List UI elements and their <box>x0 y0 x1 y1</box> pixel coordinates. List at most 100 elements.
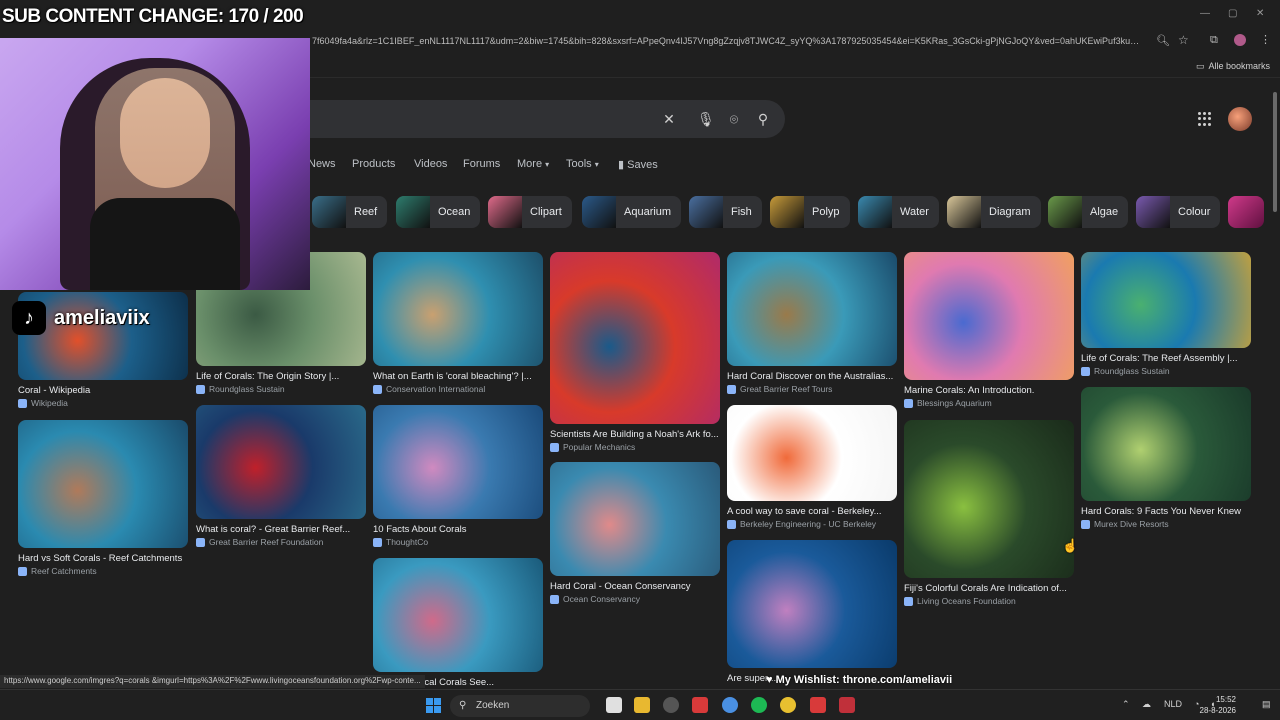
tools-button[interactable]: Tools ▾ <box>566 158 599 170</box>
result-source[interactable]: Great Barrier Reef Tours <box>727 384 897 394</box>
result-image[interactable] <box>1081 387 1251 501</box>
refine-chip[interactable]: Polyp <box>770 196 850 228</box>
result-caption[interactable]: Marine Corals: An Introduction. <box>904 385 1074 396</box>
refine-chip[interactable]: Water <box>858 196 939 228</box>
tab-more[interactable]: More ▾ <box>517 158 549 170</box>
result-image[interactable] <box>373 252 543 366</box>
result-image[interactable] <box>904 252 1074 380</box>
result-image[interactable] <box>1081 252 1251 348</box>
clock[interactable]: 15:52 28-8-2026 <box>1200 694 1236 716</box>
result-image[interactable] <box>727 252 897 366</box>
result-source[interactable]: Wikipedia <box>18 398 188 408</box>
menu-dots-icon[interactable]: ⋮ <box>1260 33 1271 46</box>
result-caption[interactable]: Coral - Wikipedia <box>18 385 188 396</box>
close-window-button[interactable]: ✕ <box>1256 8 1264 19</box>
refine-chip[interactable]: Ocean <box>396 196 481 228</box>
result-caption[interactable]: Scientists Are Building a Noah's Ark fo.… <box>550 429 720 440</box>
result-source[interactable]: Blessings Aquarium <box>904 398 1074 408</box>
result-source[interactable]: Berkeley Engineering - UC Berkeley <box>727 519 897 529</box>
search-icon[interactable]: ⚲ <box>755 111 771 127</box>
refine-chip[interactable]: Clipart <box>488 196 572 228</box>
chrome-icon[interactable] <box>722 697 738 713</box>
onedrive-icon[interactable]: ☁ <box>1142 699 1151 710</box>
result-source[interactable]: ThoughtCo <box>373 537 543 547</box>
file-explorer-icon[interactable] <box>634 697 650 713</box>
result-caption[interactable]: What on Earth is 'coral bleaching'? |... <box>373 371 543 382</box>
app-crimson-icon[interactable] <box>839 697 855 713</box>
scrollbar-thumb[interactable] <box>1273 92 1277 212</box>
refine-chip[interactable]: Algae <box>1048 196 1129 228</box>
account-avatar[interactable] <box>1228 107 1252 131</box>
address-url[interactable]: 7f6049fa4a&rlz=1C1IBEF_enNL1117NL1117&ud… <box>312 36 1142 46</box>
windows-start-icon[interactable] <box>426 698 441 713</box>
result-caption[interactable]: Life of Corals: The Reef Assembly |... <box>1081 353 1251 364</box>
zoom-icon[interactable]: 🔍︎ <box>1156 34 1170 47</box>
app-red-icon[interactable] <box>692 697 708 713</box>
search-input[interactable]: ✕ 🎙︎ ⌾ ⚲ <box>295 100 785 138</box>
result-caption[interactable]: Hard Coral Discover on the Australias... <box>727 371 897 382</box>
result-source[interactable]: Great Barrier Reef Foundation <box>196 537 366 547</box>
result-image[interactable] <box>196 405 366 519</box>
spotify-icon[interactable] <box>751 697 767 713</box>
saves-button[interactable]: ▮ Saves <box>618 158 658 171</box>
result-source[interactable]: Reef Catchments <box>18 566 188 576</box>
clear-search-icon[interactable]: ✕ <box>661 111 677 127</box>
result-source[interactable]: Living Oceans Foundation <box>904 596 1074 606</box>
refine-chip[interactable]: Colour <box>1136 196 1221 228</box>
tray-chevron-icon[interactable]: ⌃ <box>1122 699 1130 710</box>
refine-chip[interactable]: Diagram <box>947 196 1041 228</box>
result-caption[interactable]: Life of Corals: The Origin Story |... <box>196 371 366 382</box>
result-image[interactable] <box>727 540 897 668</box>
result-caption[interactable]: 10 Facts About Corals <box>373 524 543 535</box>
result-image[interactable] <box>550 252 720 424</box>
result-caption[interactable]: Hard Coral - Ocean Conservancy <box>550 581 720 592</box>
maximize-button[interactable]: ▢ <box>1228 8 1237 19</box>
google-apps-icon[interactable] <box>1198 112 1212 126</box>
app-red-2-icon[interactable] <box>810 697 826 713</box>
tab-news[interactable]: News <box>308 158 336 170</box>
clock-time: 15:52 <box>1215 695 1236 704</box>
all-bookmarks-link[interactable]: ▭ Alle bookmarks <box>1196 61 1270 72</box>
language-indicator[interactable]: NLD <box>1164 699 1182 709</box>
tab-videos[interactable]: Videos <box>414 158 447 170</box>
result-image[interactable] <box>727 405 897 501</box>
result-caption[interactable]: Hard vs Soft Corals - Reef Catchments <box>18 553 188 564</box>
notification-icon[interactable]: ▤ <box>1262 699 1271 710</box>
result-source[interactable]: Ocean Conservancy <box>550 594 720 604</box>
tab-products[interactable]: Products <box>352 158 395 170</box>
result-source-label: Berkeley Engineering - UC Berkeley <box>740 519 877 529</box>
refine-chip[interactable]: Aquarium <box>582 196 682 228</box>
lens-search-icon[interactable]: ⌾ <box>726 111 742 127</box>
result-image[interactable] <box>373 558 543 672</box>
obs-icon[interactable] <box>663 697 679 713</box>
bookmark-star-icon[interactable]: ☆ <box>1178 33 1189 47</box>
result-source[interactable]: Roundglass Sustain <box>1081 366 1251 376</box>
refine-chip-partial[interactable] <box>1228 196 1264 228</box>
result-image[interactable] <box>373 405 543 519</box>
taskbar-search[interactable]: ⚲ Zoeken <box>450 695 590 717</box>
tab-forums[interactable]: Forums <box>463 158 500 170</box>
result-source[interactable]: Popular Mechanics <box>550 442 720 452</box>
chip-label: Diagram <box>989 206 1031 218</box>
refine-chip[interactable]: Fish <box>689 196 762 228</box>
result-source[interactable]: Conservation International <box>373 384 543 394</box>
result-image[interactable] <box>904 420 1074 578</box>
result-image[interactable] <box>18 420 188 548</box>
result-source[interactable]: Murex Dive Resorts <box>1081 519 1251 529</box>
result-caption[interactable]: A cool way to save coral - Berkeley... <box>727 506 897 517</box>
result-caption[interactable]: Hard Corals: 9 Facts You Never Knew <box>1081 506 1251 517</box>
task-view-icon[interactable] <box>606 697 622 713</box>
result-image[interactable] <box>550 462 720 576</box>
minimize-button[interactable]: — <box>1200 8 1210 19</box>
extensions-icon[interactable]: ⧉ <box>1210 34 1218 47</box>
chip-thumbnail <box>396 196 430 228</box>
result-source[interactable]: Roundglass Sustain <box>196 384 366 394</box>
refine-chip[interactable]: Reef <box>312 196 388 228</box>
result-source-label: Conservation International <box>386 384 486 394</box>
app-yellow-icon[interactable] <box>780 697 796 713</box>
result-source-label: Living Oceans Foundation <box>917 596 1016 606</box>
result-caption[interactable]: Fiji's Colorful Corals Are Indication of… <box>904 583 1074 594</box>
voice-search-icon[interactable]: 🎙︎ <box>697 111 715 127</box>
profile-avatar-icon[interactable] <box>1234 34 1246 46</box>
result-caption[interactable]: What is coral? - Great Barrier Reef... <box>196 524 366 535</box>
